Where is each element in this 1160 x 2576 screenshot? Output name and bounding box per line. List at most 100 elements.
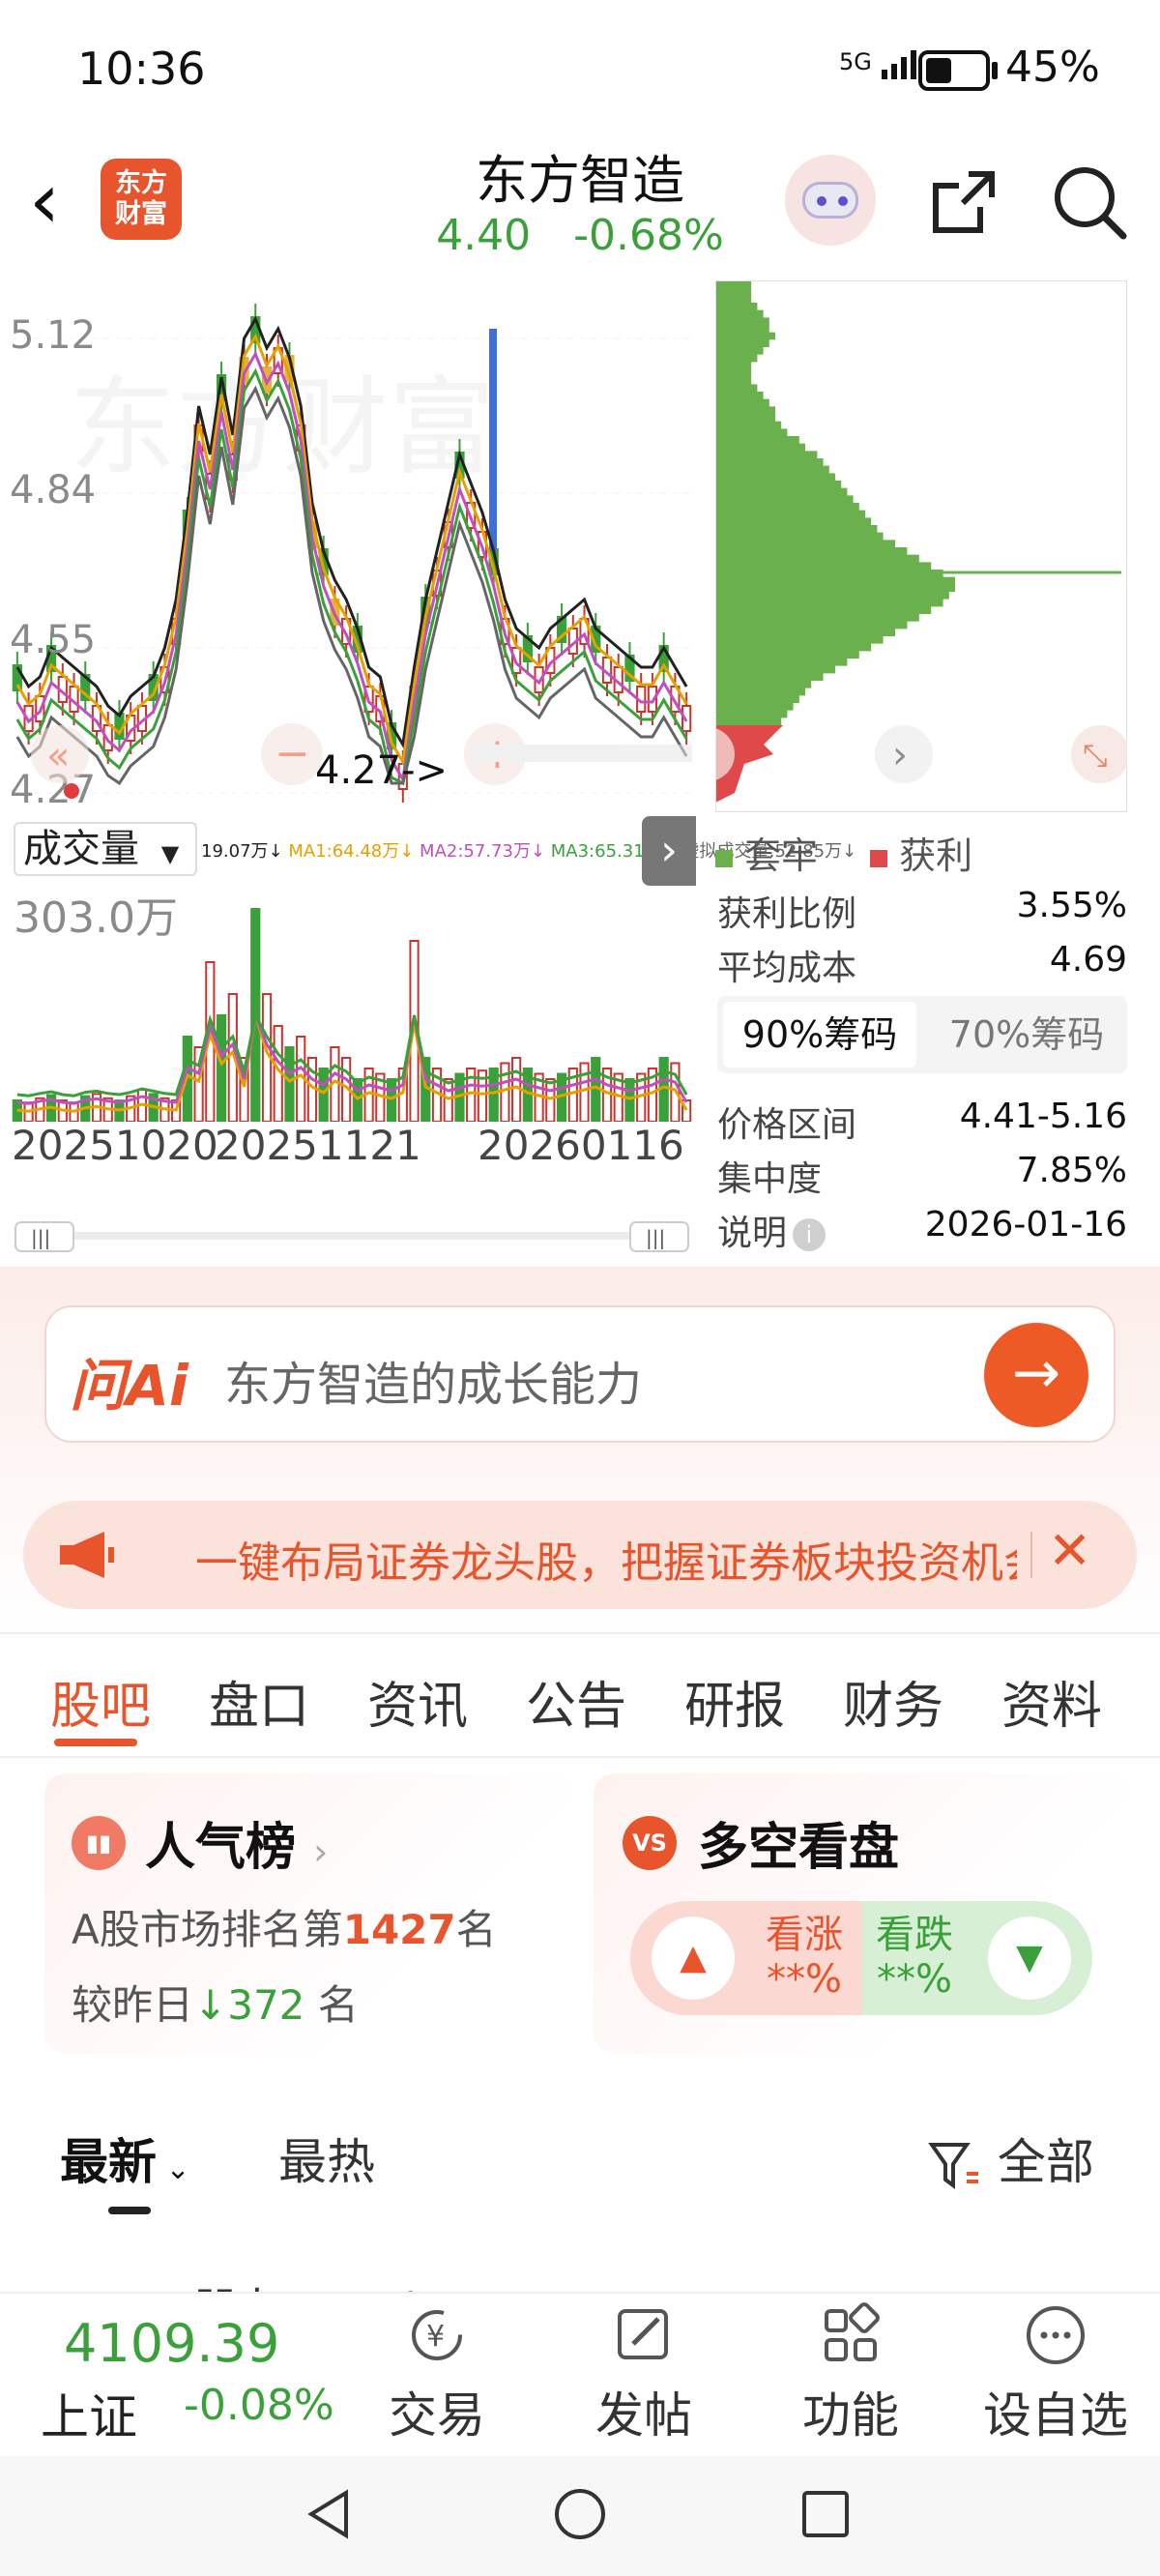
sort-indicator bbox=[108, 2207, 151, 2214]
profit-ratio-row: 获利比例 3.55% bbox=[717, 886, 1127, 936]
nav-recents-icon[interactable] bbox=[798, 2487, 853, 2541]
tab-90-chips[interactable]: 90%筹码 bbox=[723, 1002, 916, 1068]
ma-legend-item: 19.07万↓ bbox=[201, 841, 289, 862]
expand-right-icon[interactable]: › bbox=[642, 816, 696, 886]
triangle-down-icon[interactable]: ▼ bbox=[988, 1917, 1071, 2000]
volume-chart[interactable]: 303.0万 bbox=[12, 886, 692, 1122]
price-label-3: 4.55 bbox=[12, 618, 96, 662]
nav-back-icon[interactable] bbox=[300, 2485, 358, 2543]
avg-cost-label: 平均成本 bbox=[717, 949, 857, 988]
svg-text:⤡: ⤡ bbox=[1083, 737, 1108, 774]
back-icon[interactable]: ‹ bbox=[29, 162, 60, 240]
index-name: 上证 bbox=[41, 2389, 137, 2445]
network-label: 5G bbox=[839, 48, 872, 75]
tab-profile[interactable]: 资料 bbox=[1001, 1665, 1102, 1738]
filter-label: 全部 bbox=[997, 2134, 1094, 2190]
svg-text:«: « bbox=[46, 734, 70, 778]
svg-text:¥: ¥ bbox=[426, 2320, 445, 2354]
grid-icon bbox=[773, 2301, 928, 2377]
bear-value: **% bbox=[876, 1957, 952, 2002]
tab-announcements[interactable]: 公告 bbox=[526, 1665, 626, 1738]
volume-bar bbox=[500, 1062, 510, 1122]
avg-cost-value: 4.69 bbox=[1049, 940, 1127, 980]
functions-button[interactable]: 功能 bbox=[773, 2301, 928, 2446]
note-label: 说明 bbox=[717, 1214, 788, 1253]
arrow-right-icon[interactable]: → bbox=[984, 1323, 1088, 1427]
indicator-selector[interactable]: 成交量 ▼ bbox=[14, 822, 197, 876]
ai-robot-icon[interactable] bbox=[785, 155, 876, 246]
battery-cap bbox=[992, 62, 998, 79]
nav-home-icon[interactable] bbox=[551, 2485, 609, 2543]
battery-icon bbox=[918, 50, 990, 91]
promo-text[interactable]: 一键布局证券龙头股，把握证券板块投资机会 bbox=[195, 1528, 1017, 1590]
tab-guba[interactable]: 股吧 bbox=[50, 1665, 151, 1738]
hold-legend-label: 套牢 bbox=[744, 834, 819, 877]
note-row[interactable]: 说明 i 2026-01-16 bbox=[717, 1205, 1127, 1255]
date-label-3: 20260116 bbox=[478, 1122, 684, 1169]
tabs-divider bbox=[0, 1756, 1160, 1758]
kline-chart[interactable]: 东方财富 5.12 4.84 4.55 4.27 « − + 4.27-> bbox=[12, 280, 692, 812]
chevron-down-icon: ▼ bbox=[160, 840, 180, 867]
rank-value: 1427 bbox=[342, 1906, 456, 1953]
chip-distribution-chart[interactable]: ‹ › ⤡ bbox=[715, 280, 1127, 812]
bull-value: **% bbox=[766, 1957, 842, 2002]
filter-icon bbox=[928, 2142, 978, 2189]
hold-legend-swatch bbox=[715, 849, 733, 867]
add-watchlist-button[interactable]: 设自选 bbox=[978, 2301, 1133, 2446]
post-label: 发帖 bbox=[595, 2387, 692, 2444]
volume-bar bbox=[386, 1078, 397, 1122]
volume-bar bbox=[443, 1078, 453, 1122]
indicator-selector-label: 成交量 bbox=[23, 827, 139, 871]
share-icon[interactable] bbox=[926, 162, 1003, 240]
profit-ratio-value: 3.55% bbox=[1016, 886, 1127, 925]
ai-prompt-text[interactable]: 东方智造的成长能力 bbox=[224, 1346, 642, 1414]
tab-finance[interactable]: 财务 bbox=[843, 1665, 943, 1738]
profit-legend-label: 获利 bbox=[899, 834, 973, 877]
info-icon[interactable]: i bbox=[793, 1218, 826, 1251]
popularity-card[interactable]: ▮▮ 人气榜 › A股市场排名第1427名 较昨日↓372 名 bbox=[44, 1773, 574, 2054]
filter-all[interactable]: 全部 bbox=[928, 2123, 1094, 2193]
tab-pankou[interactable]: 盘口 bbox=[209, 1665, 309, 1738]
close-icon[interactable]: ✕ bbox=[1048, 1520, 1091, 1581]
signal-icon: 5G bbox=[839, 46, 928, 79]
search-icon[interactable] bbox=[1048, 161, 1129, 242]
app-logo[interactable]: 东方 财富 bbox=[101, 159, 182, 240]
tab-70-chips[interactable]: 70%筹码 bbox=[930, 1002, 1123, 1068]
sort-latest[interactable]: 最新 ⌄ bbox=[60, 2123, 190, 2193]
chevron-right-icon: › bbox=[313, 1830, 329, 1873]
active-tab-indicator bbox=[54, 1739, 137, 1746]
range-scroller[interactable]: ||| ||| bbox=[14, 1220, 690, 1253]
sort-hot[interactable]: 最热 bbox=[278, 2123, 375, 2193]
date-axis: 20251020 20251121 20260116 bbox=[12, 1122, 692, 1180]
concentration-value: 7.85% bbox=[1016, 1151, 1127, 1190]
index-value[interactable]: 4109.39 bbox=[64, 2313, 279, 2374]
svg-text:|||: ||| bbox=[31, 1226, 50, 1249]
volume-bar bbox=[624, 1078, 635, 1122]
tab-research[interactable]: 研报 bbox=[684, 1665, 785, 1738]
rank-suffix: 名 bbox=[455, 1906, 497, 1953]
volume-bar bbox=[545, 1078, 556, 1122]
price-label-2: 4.84 bbox=[12, 468, 96, 512]
tab-news[interactable]: 资讯 bbox=[367, 1665, 468, 1738]
chip-range-tabs: 90%筹码 70%筹码 bbox=[717, 996, 1127, 1073]
volume-bar bbox=[579, 1062, 590, 1122]
note-date-value: 2026-01-16 bbox=[924, 1205, 1127, 1244]
post-button[interactable]: 发帖 bbox=[566, 2301, 721, 2446]
add-watchlist-label: 设自选 bbox=[983, 2387, 1128, 2444]
profit-legend-swatch bbox=[870, 849, 888, 867]
avg-cost-row: 平均成本 4.69 bbox=[717, 940, 1127, 990]
arrow-down-icon: ↓ bbox=[193, 1981, 228, 2029]
status-time: 10:36 bbox=[77, 43, 206, 95]
trade-button[interactable]: ¥ 交易 bbox=[360, 2301, 514, 2446]
rank-change-prefix: 较昨日 bbox=[72, 1981, 194, 2029]
price-label-1: 5.12 bbox=[12, 313, 96, 358]
more-icon bbox=[978, 2301, 1133, 2377]
concentration-row: 集中度 7.85% bbox=[717, 1151, 1127, 1201]
rank-prefix: A股市场排名第 bbox=[72, 1906, 343, 1953]
ma-legend-item: MA1:64.48万↓ bbox=[288, 841, 420, 862]
chip-legend: 套牢 获利 bbox=[715, 826, 972, 879]
triangle-up-icon[interactable]: ▲ bbox=[652, 1917, 735, 2000]
bull-bear-title: 多空看盘 bbox=[698, 1819, 900, 1877]
rank-change: 较昨日↓372 名 bbox=[72, 1973, 359, 2032]
stock-price: 4.40 bbox=[436, 211, 532, 260]
